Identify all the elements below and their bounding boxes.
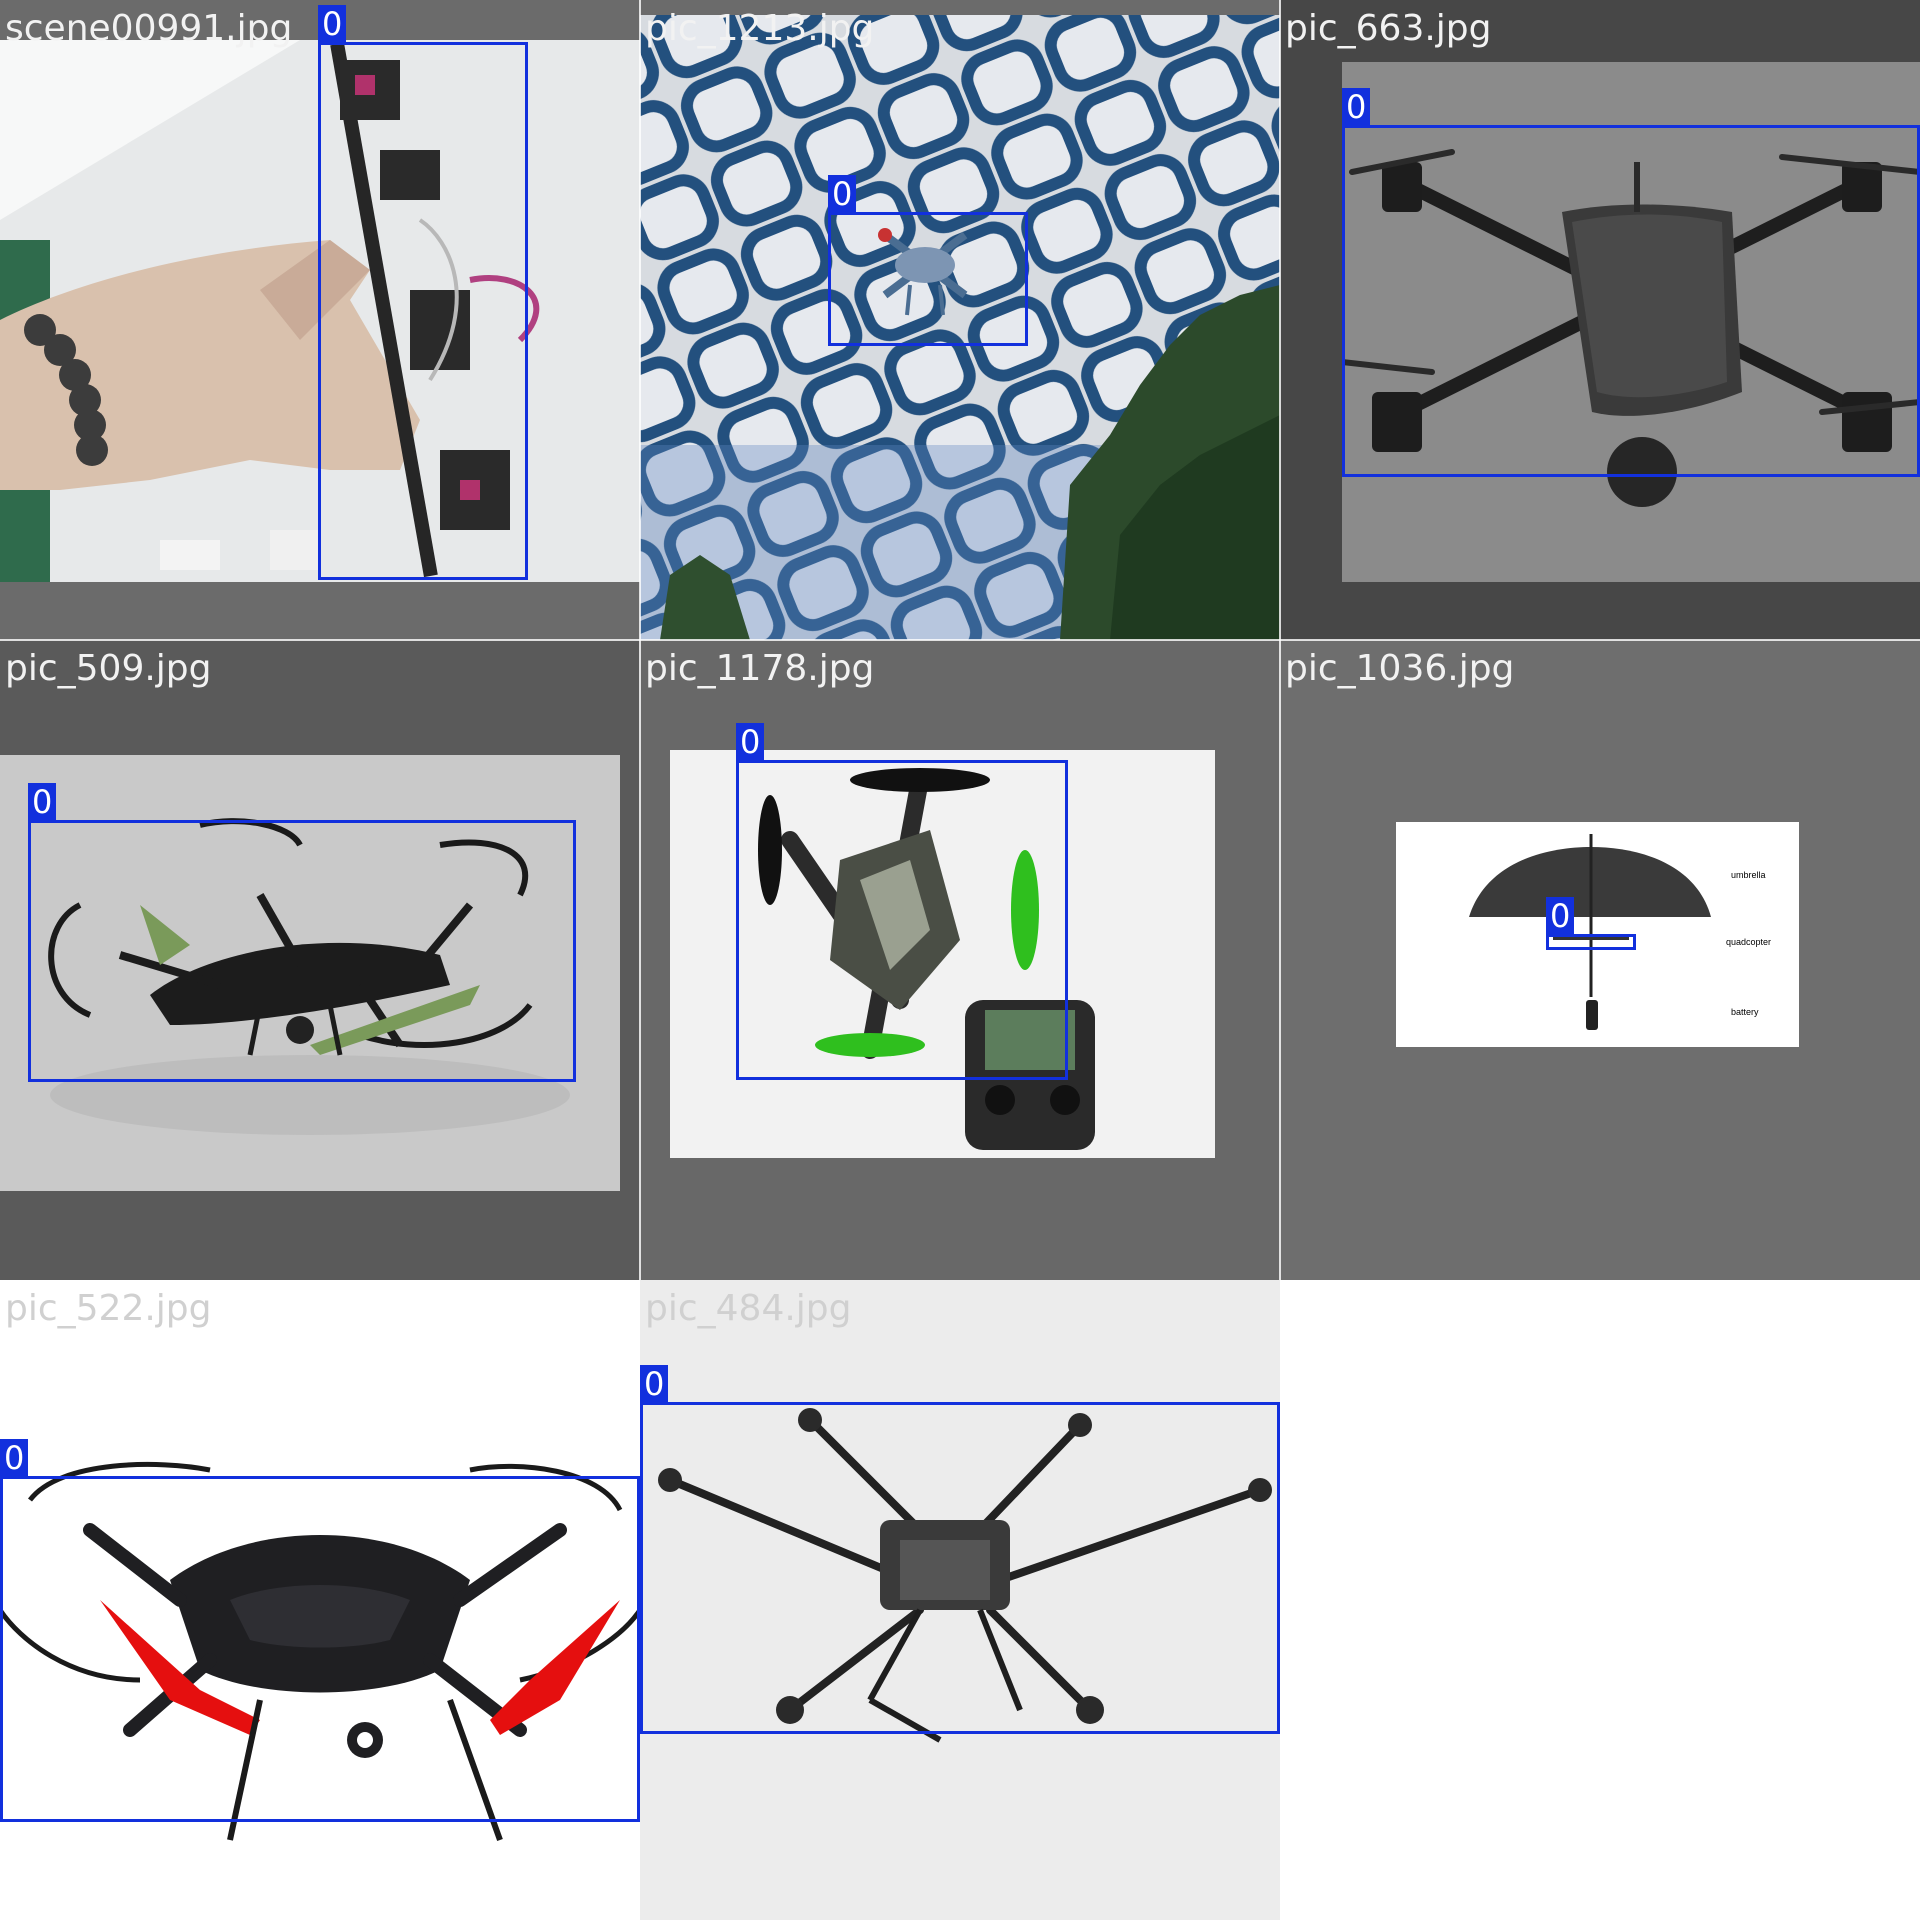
filename-label: scene00991.jpg — [5, 8, 293, 49]
bounding-box[interactable]: 0 — [1342, 88, 1920, 477]
bbox-class-label: 0 — [640, 1365, 669, 1403]
bbox-class-label: 0 — [28, 783, 57, 821]
filename-label: pic_1036.jpg — [1285, 648, 1515, 689]
bbox-class-label: 0 — [0, 1439, 29, 1477]
tile-pic-484[interactable]: pic_484.jpg 0 — [640, 1280, 1280, 1920]
bounding-box[interactable]: 0 — [28, 783, 576, 1082]
tile-pic-522[interactable]: pic_522.jpg 0 — [0, 1280, 640, 1920]
bounding-box[interactable]: 0 — [640, 1365, 1280, 1734]
bbox-class-label: 0 — [828, 175, 857, 213]
bounding-box[interactable]: 0 — [828, 175, 1028, 346]
filename-label: pic_663.jpg — [1285, 8, 1492, 49]
filename-label: pic_522.jpg — [5, 1288, 212, 1329]
diagram-label-battery: battery — [1731, 1007, 1759, 1017]
tile-pic-1178[interactable]: pic_1178.jpg 0 — [640, 640, 1280, 1280]
tile-scene00991[interactable]: scene00991.jpg 0 — [0, 0, 640, 640]
empty-tile — [1280, 1280, 1920, 1920]
bounding-box[interactable]: 0 — [318, 5, 528, 580]
filename-label: pic_509.jpg — [5, 648, 212, 689]
bbox-class-label: 0 — [1546, 897, 1575, 935]
bounding-box[interactable]: 0 — [0, 1439, 640, 1822]
filename-label: pic_1178.jpg — [645, 648, 875, 689]
diagram-label-quadcopter: quadcopter — [1726, 937, 1772, 947]
tile-pic-509[interactable]: pic_509.jpg 0 — [0, 640, 640, 1280]
bounding-box[interactable]: 0 — [736, 723, 1068, 1080]
diagram-label-umbrella: umbrella — [1731, 870, 1766, 880]
bbox-class-label: 0 — [318, 5, 347, 43]
tile-pic-663[interactable]: pic_663.jpg 0 — [1280, 0, 1920, 640]
tile-pic-1036[interactable]: umbrella quadcopter battery pic_1036.jpg… — [1280, 640, 1920, 1280]
filename-label: pic_1213.jpg — [645, 8, 875, 49]
filename-label: pic_484.jpg — [645, 1288, 852, 1329]
tile-pic-1213[interactable]: pic_1213.jpg 0 — [640, 0, 1280, 640]
bbox-class-label: 0 — [736, 723, 765, 761]
tile-divider-horizontal — [0, 639, 1920, 641]
bbox-class-label: 0 — [1342, 88, 1371, 126]
image-mosaic: scene00991.jpg 0 pic_1213.jpg 0 pic_663.… — [0, 0, 1920, 1920]
bounding-box[interactable]: 0 — [1546, 897, 1636, 950]
